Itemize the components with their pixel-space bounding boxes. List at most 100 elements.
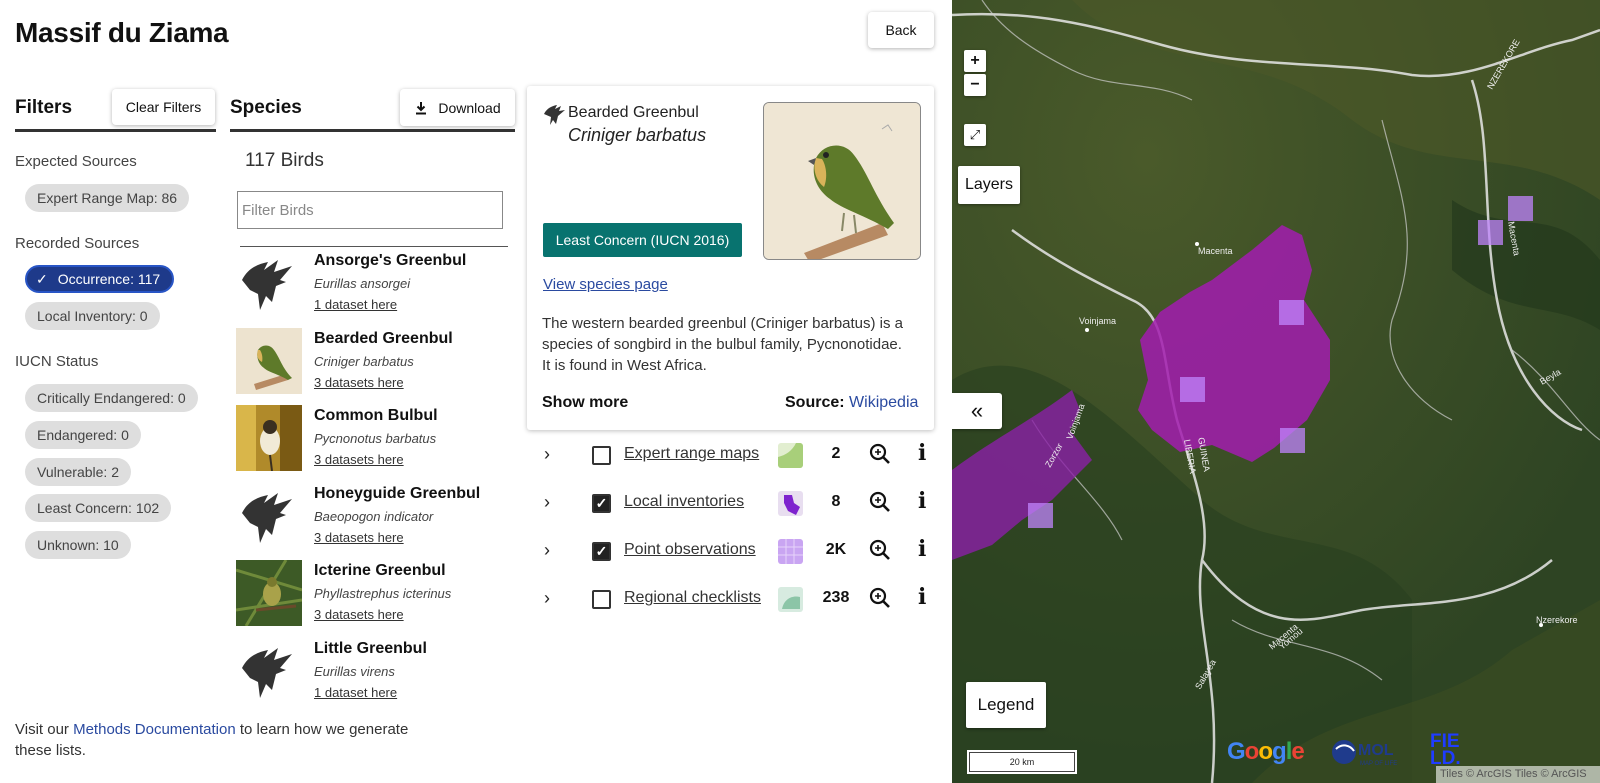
species-name[interactable]: Ansorge's Greenbul — [314, 252, 466, 270]
chip-expert-range-map[interactable]: Expert Range Map: 86 — [25, 184, 190, 212]
species-name[interactable]: Common Bulbul — [314, 407, 438, 425]
layer-row: › Regional checklists 238 i — [540, 580, 935, 620]
list-item[interactable]: Icterine Greenbul Phyllastrephus icterinu… — [232, 560, 508, 630]
download-icon — [416, 101, 427, 114]
species-count: 117 Birds — [245, 150, 324, 171]
layer-checkbox[interactable] — [592, 446, 611, 465]
species-thumbnail — [236, 405, 302, 471]
species-thumbnail — [236, 560, 302, 626]
chevron-right-icon[interactable]: › — [544, 540, 550, 561]
species-scientific-name: Phyllastrephus icterinus — [314, 586, 452, 601]
source-line: Source: Wikipedia — [785, 394, 918, 412]
wikipedia-link[interactable]: Wikipedia — [849, 394, 918, 411]
layer-swatch — [778, 443, 803, 468]
datasets-link[interactable]: 3 datasets here — [314, 375, 404, 390]
methods-documentation-link[interactable]: Methods Documentation — [73, 721, 236, 738]
show-more-button[interactable]: Show more — [542, 394, 628, 412]
chip-local-inventory[interactable]: Local Inventory: 0 — [25, 302, 160, 330]
chip-vulnerable[interactable]: Vulnerable: 2 — [25, 458, 131, 486]
zoom-out-button[interactable]: − — [964, 74, 986, 96]
list-item[interactable]: Little Greenbul Eurillas virens 1 dataset … — [232, 638, 508, 708]
datasets-link[interactable]: 3 datasets here — [314, 607, 404, 622]
clear-filters-button[interactable]: Clear Filters — [112, 89, 215, 125]
expected-sources-heading: Expected Sources — [15, 153, 137, 170]
chevron-right-icon[interactable]: › — [544, 492, 550, 513]
chip-occurrence[interactable]: ✓ Occurrence: 117 — [25, 265, 175, 293]
zoom-in-button[interactable]: + — [964, 50, 986, 72]
datasets-link[interactable]: 1 dataset here — [314, 297, 397, 312]
species-list[interactable]: Ansorge's Greenbul Eurillas ansorgei 1 dat… — [232, 236, 508, 708]
layer-count: 8 — [831, 493, 841, 510]
list-item[interactable]: Ansorge's Greenbul Eurillas ansorgei 1 dat… — [232, 250, 508, 320]
species-thumbnail — [236, 250, 302, 316]
collapse-panel-button[interactable]: « — [952, 393, 1002, 429]
layers-button[interactable]: Layers — [958, 166, 1020, 204]
species-thumbnail — [236, 638, 302, 704]
species-name[interactable]: Icterine Greenbul — [314, 562, 446, 580]
species-scientific-name: Eurillas virens — [314, 663, 395, 679]
chip-unknown[interactable]: Unknown: 10 — [25, 531, 131, 559]
species-divider — [230, 129, 515, 132]
species-name[interactable]: Bearded Greenbul — [314, 330, 453, 348]
species-heading: Species — [230, 97, 302, 118]
chip-occurrence-label: Occurrence: 117 — [57, 271, 161, 287]
map-attribution: Tiles © ArcGIS Tiles © ArcGIS — [1436, 766, 1600, 783]
satellite-basemap: Macenta Voinjama Nzerekore NZEREKORE LIB… — [952, 0, 1600, 783]
svg-text:Macenta: Macenta — [1198, 246, 1233, 256]
iucn-status-badge: Least Concern (IUCN 2016) — [543, 223, 742, 257]
zoom-to-layer-icon[interactable] — [866, 536, 894, 564]
source-label: Source: — [785, 394, 845, 411]
zoom-to-layer-icon[interactable] — [866, 488, 894, 516]
download-button[interactable]: Download — [400, 89, 515, 126]
list-item[interactable]: Common Bulbul Pycnonotus barbatus 3 datase… — [232, 405, 508, 475]
zoom-to-layer-icon[interactable] — [866, 584, 894, 612]
page-title: Massif du Ziama — [15, 17, 229, 48]
scale-label: 20 km — [969, 752, 1075, 772]
svg-text:MAP OF LIFE: MAP OF LIFE — [1360, 761, 1397, 767]
detail-scientific-name: Criniger barbatus — [568, 125, 707, 145]
layer-label[interactable]: Regional checklists — [624, 589, 761, 607]
datasets-link[interactable]: 1 dataset here — [314, 685, 397, 700]
zoom-to-layer-icon[interactable] — [866, 440, 894, 468]
fullscreen-icon[interactable]: ⤢ — [964, 124, 986, 146]
info-icon[interactable]: i — [918, 584, 926, 610]
layer-label[interactable]: Expert range maps — [624, 445, 759, 463]
filter-birds-input[interactable] — [237, 191, 503, 229]
datasets-link[interactable]: 3 datasets here — [314, 530, 404, 545]
info-icon[interactable]: i — [918, 536, 926, 562]
view-species-page-link[interactable]: View species page — [543, 276, 668, 293]
layer-checkbox[interactable]: ✓ — [592, 542, 611, 561]
species-name[interactable]: Honeyguide Greenbul — [314, 485, 480, 503]
chevron-right-icon[interactable]: › — [544, 444, 550, 465]
list-item[interactable]: Honeyguide Greenbul Baeopogon indicator 3 … — [232, 483, 508, 553]
layer-count: 238 — [822, 589, 850, 606]
layer-label[interactable]: Point observations — [624, 541, 756, 559]
species-name[interactable]: Little Greenbul — [314, 640, 427, 658]
chip-critically-endangered[interactable]: Critically Endangered: 0 — [25, 384, 198, 412]
methods-note: Visit our Methods Documentation to learn… — [15, 719, 435, 761]
layer-checkbox[interactable] — [592, 590, 611, 609]
map-panel[interactable]: Macenta Voinjama Nzerekore NZEREKORE LIB… — [952, 0, 1600, 783]
chevron-right-icon[interactable]: › — [544, 588, 550, 609]
iucn-status-heading: IUCN Status — [15, 353, 99, 370]
layer-swatch — [778, 587, 803, 612]
chip-endangered[interactable]: Endangered: 0 — [25, 421, 141, 449]
legend-button[interactable]: Legend — [966, 682, 1046, 728]
chip-least-concern[interactable]: Least Concern: 102 — [25, 494, 172, 522]
layer-swatch — [778, 491, 803, 516]
list-item[interactable]: Bearded Greenbul Criniger barbatus 3 datas… — [232, 327, 508, 398]
map-of-life-logo: MOL MAP OF LIFE — [1330, 735, 1406, 769]
layer-label[interactable]: Local inventories — [624, 493, 744, 511]
filters-divider — [15, 129, 216, 132]
back-button[interactable]: Back — [868, 12, 934, 48]
layer-row: › ✓ Point observations 2K i — [540, 532, 935, 572]
info-icon[interactable]: i — [918, 440, 926, 466]
datasets-link[interactable]: 3 datasets here — [314, 452, 404, 467]
layer-checkbox[interactable]: ✓ — [592, 494, 611, 513]
check-icon: ✓ — [36, 270, 48, 287]
svg-text:Voinjama: Voinjama — [1079, 316, 1116, 326]
info-icon[interactable]: i — [918, 488, 926, 514]
svg-text:MOL: MOL — [1358, 742, 1394, 759]
species-thumbnail — [236, 483, 302, 549]
layer-row: › ✓ Local inventories 8 i — [540, 484, 935, 524]
